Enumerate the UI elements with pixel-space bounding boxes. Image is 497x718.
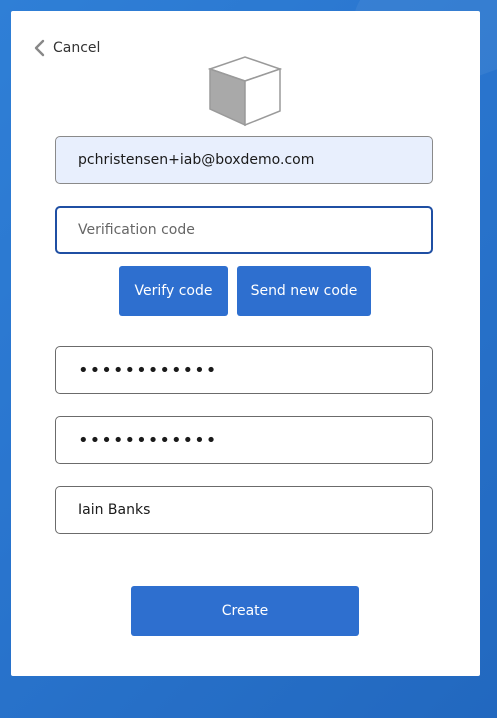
verify-code-button[interactable]: Verify code — [119, 266, 228, 316]
signup-card: Cancel Verify code Send new code Create — [11, 11, 480, 676]
display-name-field[interactable] — [55, 486, 433, 534]
cube-logo-icon — [208, 56, 282, 127]
create-button[interactable]: Create — [131, 586, 359, 636]
email-field[interactable] — [55, 136, 433, 184]
chevron-left-icon — [34, 39, 45, 57]
verification-code-input[interactable] — [55, 206, 433, 254]
send-new-code-button[interactable]: Send new code — [237, 266, 371, 316]
cancel-link[interactable]: Cancel — [33, 39, 100, 57]
password-field[interactable] — [55, 346, 433, 394]
cancel-label: Cancel — [53, 40, 101, 56]
confirm-password-field[interactable] — [55, 416, 433, 464]
